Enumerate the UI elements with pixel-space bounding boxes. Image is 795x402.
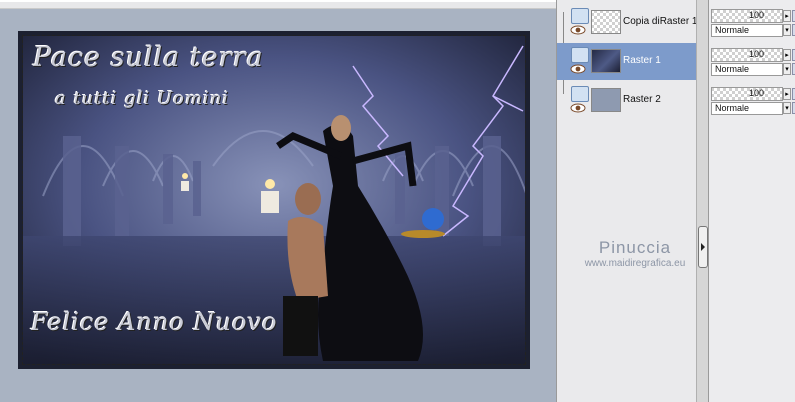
- layer-row-raster-2[interactable]: Raster 2: [557, 82, 696, 119]
- blend-mode-dropdown-button[interactable]: ▾: [783, 24, 791, 36]
- watermark-url: www.maidiregrafica.eu: [584, 258, 686, 269]
- layer-name: Raster 2: [623, 94, 661, 105]
- artwork-title-line2: a tutti gli Uomini: [55, 88, 230, 109]
- opacity-arrow-button[interactable]: ▸: [783, 49, 791, 61]
- eye-icon[interactable]: [570, 25, 586, 35]
- opacity-field[interactable]: 100: [711, 48, 783, 62]
- canvas-top-bar: [0, 0, 556, 9]
- layer-properties-row: 100 ▸ Normale ▾: [711, 78, 795, 116]
- opacity-field[interactable]: 100: [711, 9, 783, 23]
- blend-mode-select[interactable]: Normale: [711, 24, 783, 37]
- blend-mode-value: Normale: [715, 25, 750, 35]
- blend-mode-dropdown-button[interactable]: ▾: [783, 63, 791, 75]
- artwork-image[interactable]: Pace sulla terra a tutti gli Uomini Feli…: [22, 35, 526, 365]
- eye-icon[interactable]: [570, 64, 586, 74]
- layer-type-icon[interactable]: [571, 47, 589, 63]
- layer-type-icon[interactable]: [571, 8, 589, 24]
- blend-mode-select[interactable]: Normale: [711, 102, 783, 115]
- layer-properties-row: 100 ▸ Normale ▾: [711, 39, 795, 77]
- blend-mode-value: Normale: [715, 64, 750, 74]
- layer-row-copia-raster-1[interactable]: Copia diRaster 1: [557, 4, 698, 41]
- layer-name: Copia diRaster 1: [623, 16, 698, 27]
- blend-mode-value: Normale: [715, 103, 750, 113]
- layers-panel: Copia diRaster 1 Raster 1 Raster 2 Pinuc…: [556, 0, 697, 402]
- blend-mode-dropdown-button[interactable]: ▾: [783, 102, 791, 114]
- layer-thumbnail: [591, 10, 621, 34]
- canvas-area[interactable]: Pace sulla terra a tutti gli Uomini Feli…: [0, 0, 556, 402]
- layer-properties-row: 100 ▸ Normale ▾: [711, 0, 795, 38]
- watermark: Pinuccia www.maidiregrafica.eu: [575, 238, 695, 269]
- layer-properties-panel: 100 ▸ Normale ▾ 100 ▸ Normale ▾ 100 ▸ No…: [708, 0, 795, 402]
- blend-mode-select[interactable]: Normale: [711, 63, 783, 76]
- watermark-name: Pinuccia: [598, 238, 672, 257]
- layer-thumbnail: [591, 88, 621, 112]
- collapse-handle[interactable]: [698, 226, 708, 268]
- layer-type-icon[interactable]: [571, 86, 589, 102]
- layer-name: Raster 1: [623, 55, 661, 66]
- chevron-right-icon: [701, 243, 705, 251]
- opacity-value: 100: [748, 49, 764, 59]
- opacity-field[interactable]: 100: [711, 87, 783, 101]
- opacity-arrow-button[interactable]: ▸: [783, 10, 791, 22]
- layer-row-raster-1[interactable]: Raster 1: [557, 43, 696, 80]
- opacity-value: 100: [748, 88, 764, 98]
- artwork-greeting: Felice Anno Nuovo: [31, 308, 278, 336]
- opacity-arrow-button[interactable]: ▸: [783, 88, 791, 100]
- eye-icon[interactable]: [570, 103, 586, 113]
- opacity-value: 100: [748, 10, 764, 20]
- layer-thumbnail: [591, 49, 621, 73]
- artwork-title-line1: Pace sulla terra: [33, 42, 264, 73]
